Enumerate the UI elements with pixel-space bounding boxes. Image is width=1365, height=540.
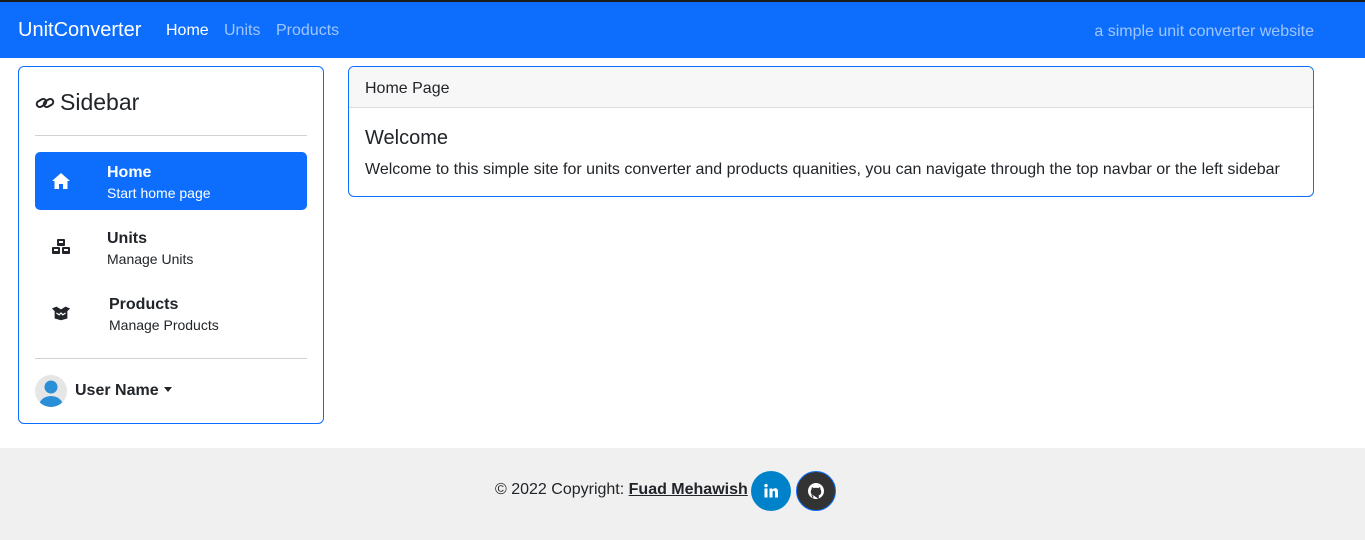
linkedin-button[interactable] bbox=[751, 471, 791, 511]
copyright-label: © 2022 Copyright: bbox=[495, 481, 629, 498]
sidebar: Sidebar Home Start home page Units Manag… bbox=[18, 66, 324, 424]
sidebar-item-sublabel: Manage Units bbox=[107, 251, 194, 267]
sidebar-title-text: Sidebar bbox=[60, 89, 140, 115]
nav-link-units[interactable]: Units bbox=[224, 22, 260, 40]
sidebar-divider bbox=[35, 358, 307, 359]
footer: © 2022 Copyright: Fuad Mehawish bbox=[0, 448, 1365, 540]
sidebar-item-units[interactable]: Units Manage Units bbox=[35, 218, 307, 276]
navbar-brand[interactable]: UnitConverter bbox=[18, 19, 141, 42]
avatar-icon bbox=[35, 375, 67, 407]
card-title: Welcome bbox=[365, 127, 448, 149]
card-text: Welcome to this simple site for units co… bbox=[365, 161, 1280, 178]
github-icon bbox=[808, 483, 824, 499]
sidebar-item-products[interactable]: Products Manage Products bbox=[35, 284, 307, 342]
sidebar-item-home[interactable]: Home Start home page bbox=[35, 152, 307, 210]
box-open-icon bbox=[51, 303, 71, 323]
home-card: Home Page Welcome Welcome to this simple… bbox=[348, 66, 1314, 197]
caret-down-icon bbox=[163, 386, 172, 392]
navbar-tagline: a simple unit converter website bbox=[1094, 23, 1314, 40]
nav-link-products[interactable]: Products bbox=[276, 22, 339, 40]
author-link[interactable]: Fuad Mehawish bbox=[629, 481, 748, 498]
nav-link-home[interactable]: Home bbox=[166, 22, 209, 40]
sidebar-title: Sidebar bbox=[35, 89, 139, 116]
top-navbar: UnitConverter Home Units Products a simp… bbox=[0, 0, 1365, 58]
github-button[interactable] bbox=[796, 471, 836, 511]
sidebar-item-sublabel: Manage Products bbox=[109, 317, 219, 333]
sidebar-item-label: Products bbox=[109, 296, 179, 313]
linkedin-icon bbox=[764, 483, 778, 498]
sidebar-item-sublabel: Start home page bbox=[107, 185, 211, 201]
sidebar-item-label: Home bbox=[107, 164, 152, 181]
copyright-text: © 2022 Copyright: Fuad Mehawish bbox=[495, 481, 748, 499]
user-name: User Name bbox=[75, 382, 159, 399]
sidebar-item-label: Units bbox=[107, 230, 147, 247]
sidebar-divider bbox=[35, 135, 307, 136]
user-menu[interactable]: User Name bbox=[35, 375, 172, 407]
home-icon bbox=[51, 171, 71, 191]
cubes-icon bbox=[51, 237, 71, 257]
link-icon bbox=[35, 97, 55, 108]
card-header: Home Page bbox=[349, 67, 1313, 108]
